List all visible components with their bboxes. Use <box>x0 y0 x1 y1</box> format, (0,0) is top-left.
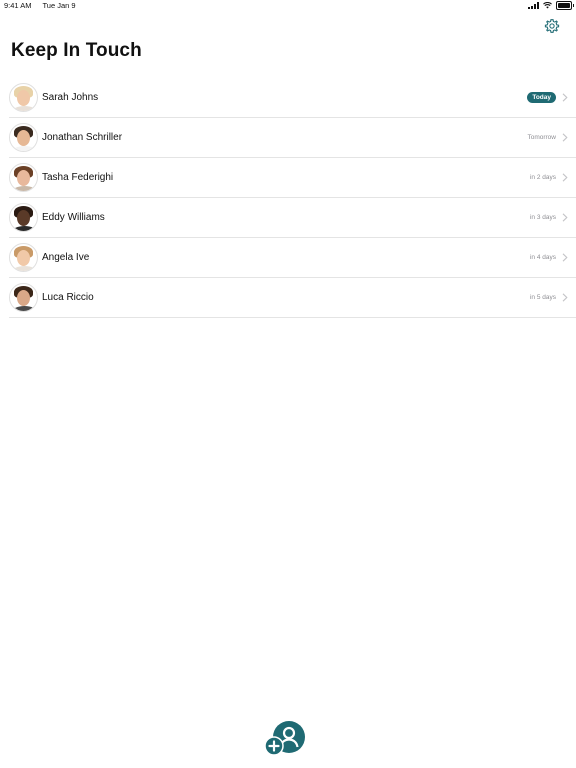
due-label: in 4 days <box>529 254 556 261</box>
contact-list: Sarah Johns Today Jonathan Schriller Tomorr… <box>9 78 576 318</box>
status-bar: 9:41 AM Tue Jan 9 <box>0 0 576 12</box>
avatar-face <box>17 210 30 226</box>
avatar <box>9 83 38 112</box>
due-label: Tomorrow <box>527 134 556 141</box>
due-badge: Today <box>527 92 556 103</box>
cellular-signal-icon <box>528 2 539 9</box>
avatar-face <box>17 290 30 306</box>
status-time: 9:41 AM <box>4 1 32 10</box>
add-person-icon <box>264 721 305 756</box>
settings-button[interactable] <box>544 18 560 34</box>
contact-name: Jonathan Schriller <box>42 132 123 143</box>
chevron-right-icon <box>562 133 568 142</box>
avatar <box>9 243 38 272</box>
wifi-icon <box>543 2 552 9</box>
avatar-shoulders <box>12 306 37 311</box>
avatar-shoulders <box>12 106 37 111</box>
contact-row[interactable]: Angela Ive in 4 days <box>9 238 576 278</box>
contact-name: Sarah Johns <box>42 92 99 103</box>
gear-icon <box>544 19 560 33</box>
add-contact-button[interactable] <box>264 719 308 757</box>
battery-icon <box>556 1 574 10</box>
chevron-right-icon <box>562 293 568 302</box>
status-left: 9:41 AM Tue Jan 9 <box>4 1 85 10</box>
avatar-shoulders <box>12 186 37 191</box>
avatar <box>9 203 38 232</box>
avatar-shoulders <box>12 226 37 231</box>
avatar-face <box>17 250 30 266</box>
avatar <box>9 163 38 192</box>
chevron-right-icon <box>562 253 568 262</box>
avatar-face <box>17 90 30 106</box>
contact-row[interactable]: Tasha Federighi in 2 days <box>9 158 576 198</box>
avatar-face <box>17 170 30 186</box>
avatar-face <box>17 130 30 146</box>
contact-row[interactable]: Luca Riccio in 5 days <box>9 278 576 318</box>
due-label: in 2 days <box>529 174 556 181</box>
avatar-shoulders <box>12 146 37 151</box>
contact-name: Angela Ive <box>42 252 90 263</box>
contact-name: Tasha Federighi <box>42 172 114 183</box>
page-title: Keep In Touch <box>11 40 142 61</box>
chevron-right-icon <box>562 173 568 182</box>
avatar <box>9 283 38 312</box>
status-right <box>528 1 574 10</box>
contact-row[interactable]: Sarah Johns Today <box>9 78 576 118</box>
due-label: in 5 days <box>529 294 556 301</box>
chevron-right-icon <box>562 93 568 102</box>
contact-name: Eddy Williams <box>42 212 105 223</box>
status-date: Tue Jan 9 <box>42 1 76 10</box>
avatar-shoulders <box>12 266 37 271</box>
battery-level <box>558 3 570 8</box>
due-label: in 3 days <box>529 214 556 221</box>
contact-row[interactable]: Jonathan Schriller Tomorrow <box>9 118 576 158</box>
contact-row[interactable]: Eddy Williams in 3 days <box>9 198 576 238</box>
contact-name: Luca Riccio <box>42 292 94 303</box>
avatar <box>9 123 38 152</box>
chevron-right-icon <box>562 213 568 222</box>
